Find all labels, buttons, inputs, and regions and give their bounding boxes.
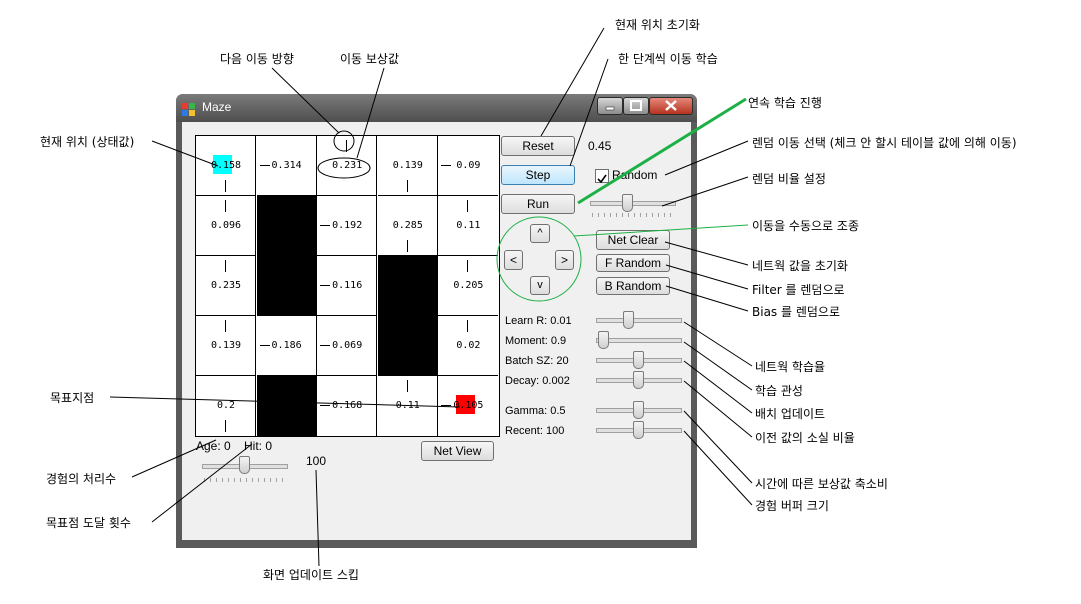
callout-next-direction-circle [333,130,355,152]
callout-f-random-line [665,264,749,290]
callout-move-reward-ellipse [317,157,371,179]
callout-recent-line [683,430,753,506]
callout-decay-line [683,380,753,438]
callout-dpad-line [573,224,749,237]
callout-gamma-line [683,410,753,484]
callout-b-random-line [665,285,749,312]
callout-reset-line [540,27,605,137]
callout-net-clear-line [664,241,749,266]
callout-moment-line [683,341,753,391]
callout-learn-rate-line [683,321,753,367]
callout-lines [109,27,753,567]
callout-current-position-line [151,140,219,167]
callout-step-line [569,58,609,167]
callout-hit-line [151,443,253,523]
callout-move-reward-line [356,67,385,159]
callout-random-check-line [664,140,749,176]
callout-batch-line [683,360,753,414]
callout-next-direction-line [271,67,340,134]
callout-age-line [131,439,217,478]
callout-random-ratio-line [661,176,749,207]
callout-run-line [577,97,747,205]
callout-goal-line [109,396,461,408]
callout-skip-line [315,469,320,567]
callout-dpad-circle [496,216,582,302]
